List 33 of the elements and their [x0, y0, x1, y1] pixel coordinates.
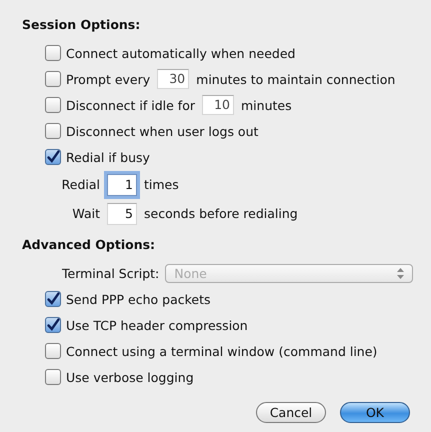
checkbox-label: Connect using a terminal window (command line)	[66, 344, 378, 358]
unit-label: minutes	[241, 98, 292, 112]
checkbox[interactable]	[45, 291, 61, 307]
checkbox[interactable]	[45, 71, 61, 87]
number-field[interactable]: 10	[202, 95, 234, 115]
section-heading: Advanced Options:	[22, 236, 156, 254]
unit-label: minutes to maintain connection	[196, 72, 396, 86]
unit-label: seconds before redialing	[144, 206, 298, 221]
field-label: Redial	[60, 177, 100, 192]
ok-button[interactable]: OK	[340, 402, 410, 423]
number-field[interactable]: 30	[157, 69, 190, 89]
checkbox[interactable]	[45, 97, 61, 113]
number-field[interactable]: 5	[107, 202, 137, 224]
cancel-button[interactable]: Cancel	[256, 402, 326, 423]
checkbox-label: Redial if busy	[66, 150, 150, 164]
field-label: Terminal Script:	[62, 266, 160, 280]
checkbox-label: Use TCP header compression	[66, 318, 248, 332]
checkbox[interactable]	[45, 369, 61, 385]
checkbox[interactable]	[45, 149, 61, 165]
stepper-arrows-icon	[397, 268, 404, 278]
checkbox[interactable]	[45, 123, 61, 139]
field-label: Wait	[71, 206, 100, 221]
checkbox-label: Disconnect if idle for	[66, 98, 195, 112]
checkbox[interactable]	[45, 317, 61, 333]
unit-label: times	[144, 177, 179, 192]
checkbox[interactable]	[45, 343, 61, 359]
checkbox-label: Prompt every	[66, 72, 150, 86]
section-heading: Session Options:	[22, 16, 142, 34]
checkbox[interactable]	[45, 45, 61, 61]
checkbox-label: Use verbose logging	[66, 370, 194, 384]
checkbox-label: Send PPP echo packets	[66, 292, 211, 306]
checkbox-label: Disconnect when user logs out	[66, 124, 258, 138]
checkbox-label: Connect automatically when needed	[66, 46, 296, 60]
